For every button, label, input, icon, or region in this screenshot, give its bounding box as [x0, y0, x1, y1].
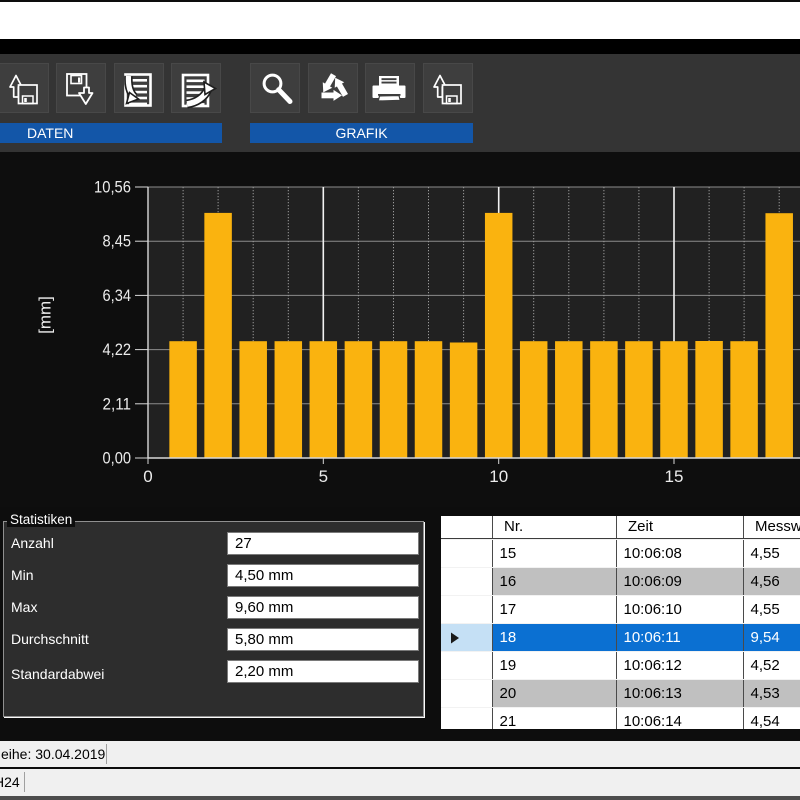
- svg-text:6,34: 6,34: [103, 286, 132, 305]
- svg-text:[mm]: [mm]: [36, 296, 55, 334]
- svg-text:8,45: 8,45: [103, 232, 132, 251]
- svg-text:10,56: 10,56: [94, 178, 131, 197]
- svg-text:0: 0: [143, 467, 152, 486]
- svg-text:4,22: 4,22: [103, 340, 132, 359]
- svg-text:15: 15: [665, 467, 684, 486]
- svg-text:0,00: 0,00: [103, 449, 132, 468]
- svg-text:2,11: 2,11: [103, 394, 132, 413]
- svg-text:10: 10: [489, 467, 508, 486]
- svg-text:5: 5: [319, 467, 328, 486]
